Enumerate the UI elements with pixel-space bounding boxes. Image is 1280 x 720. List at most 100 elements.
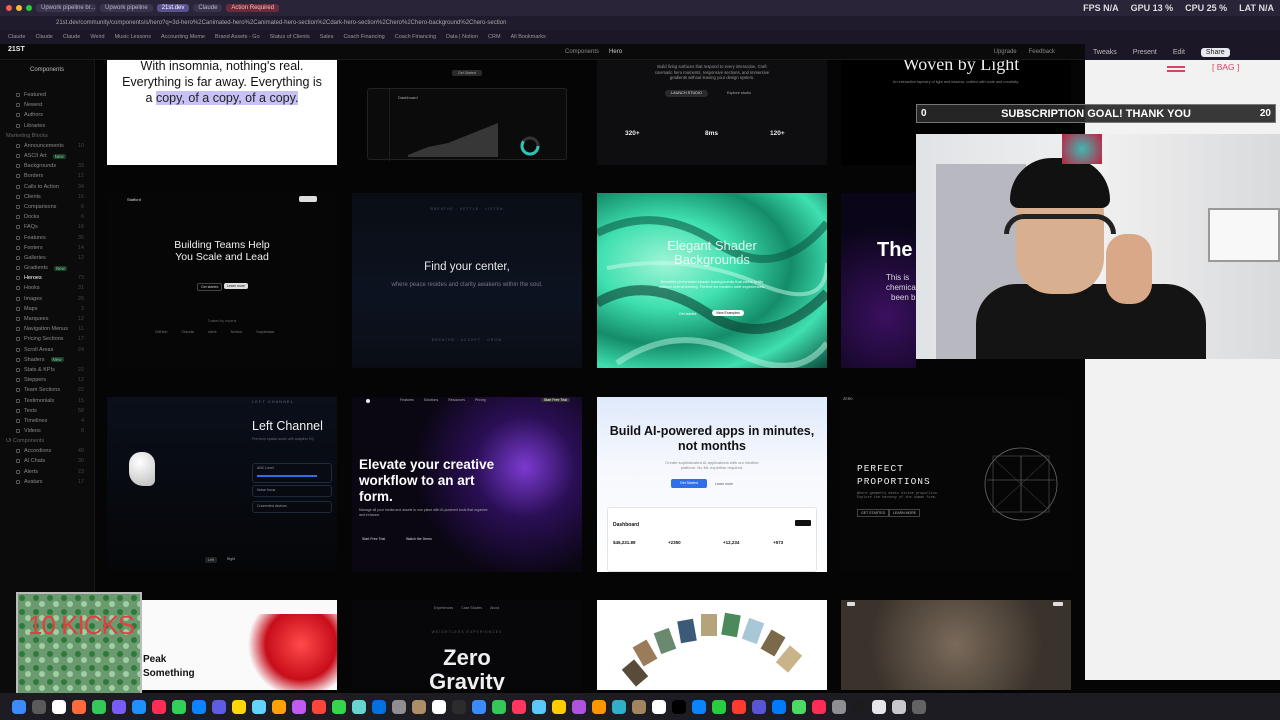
sidebar-item-texts[interactable]: Texts 58	[0, 406, 94, 416]
component-card-chemical[interactable]: The This is chemical been b	[841, 193, 916, 368]
learn-more-button[interactable]: LEARN MORE	[889, 509, 921, 517]
app-icon[interactable]	[612, 699, 626, 714]
sidebar-item-ascii-art[interactable]: ASCII Art New	[0, 151, 94, 161]
browser-tab-active[interactable]: 21st.dev	[156, 4, 190, 12]
app-icon[interactable]	[332, 699, 346, 714]
sidebar-item-marquees[interactable]: Marquees 12	[0, 314, 94, 324]
sidebar-item-calls-to-action[interactable]: Calls to Action 34	[0, 182, 94, 192]
sidebar-item-scroll-areas[interactable]: Scroll Areas 24	[0, 345, 94, 355]
address-bar[interactable]: 21st.dev/community/components/s/hero?q=3…	[0, 16, 1280, 30]
app-icon[interactable]	[892, 699, 906, 714]
sidebar-item-backgrounds[interactable]: Backgrounds 33	[0, 161, 94, 171]
nav-link[interactable]: About	[490, 606, 499, 610]
minimize-window-icon[interactable]	[16, 5, 22, 11]
sidebar-item-steppers[interactable]: Steppers 12	[0, 375, 94, 385]
app-icon[interactable]	[112, 699, 126, 714]
browser-tab[interactable]: Upwork pipeline	[100, 4, 153, 12]
sidebar-item-docks[interactable]: Docks 6	[0, 212, 94, 222]
sidebar-item-stats-kpis[interactable]: Stats & KPIs 22	[0, 365, 94, 375]
learn-more-link[interactable]: Learn more	[715, 482, 733, 486]
browser-tab[interactable]: Upwork pipeline br...	[36, 4, 96, 12]
bookmark[interactable]: Sales	[320, 34, 334, 40]
feedback-link[interactable]: Feedback	[1029, 49, 1055, 55]
sidebar-item-navigation-menus[interactable]: Navigation Menus 11	[0, 324, 94, 334]
sidebar-item-team-sections[interactable]: Team Sections 22	[0, 385, 94, 395]
app-icon[interactable]	[32, 699, 46, 714]
sidebar-item-featured[interactable]: Featured	[0, 90, 94, 100]
app-icon[interactable]	[192, 699, 206, 714]
sidebar-item-authors[interactable]: Authors	[0, 110, 94, 120]
url-text[interactable]: 21st.dev/community/components/s/hero?q=3…	[56, 20, 506, 26]
launch-studio-button[interactable]: LAUNCH STUDIO	[665, 90, 709, 97]
sidebar-item-libraries[interactable]: Libraries	[0, 121, 94, 131]
sidebar-item-videos[interactable]: Videos 8	[0, 426, 94, 436]
app-icon[interactable]	[132, 699, 146, 714]
sidebar-item-shaders[interactable]: Shaders New	[0, 355, 94, 365]
bookmark[interactable]: Brand Assets - Go	[215, 34, 260, 40]
sidebar-item-newest[interactable]: Newest	[0, 100, 94, 110]
bookmark[interactable]: Claude	[63, 34, 80, 40]
share-button[interactable]: Share	[1200, 47, 1230, 57]
sidebar-item-faqs[interactable]: FAQs 18	[0, 222, 94, 232]
nav-link[interactable]: Pricing	[475, 398, 486, 402]
app-icon[interactable]	[872, 699, 886, 714]
sidebar-item-galleries[interactable]: Galleries 12	[0, 253, 94, 263]
app-icon[interactable]	[152, 699, 166, 714]
nav-link[interactable]: Experiences	[434, 606, 453, 610]
app-icon[interactable]	[272, 699, 286, 714]
app-icon[interactable]	[392, 699, 406, 714]
breadcrumb-components[interactable]: Components	[565, 49, 599, 55]
nav-link[interactable]: Resources	[448, 398, 465, 402]
component-card-living-surfaces[interactable]: Build living surfaces that respond to ev…	[597, 60, 827, 165]
app-icon[interactable]	[212, 699, 226, 714]
app-icon[interactable]	[832, 699, 846, 714]
connected-devices-panel[interactable]: Connected devices	[252, 501, 332, 513]
sidebar-item-hooks[interactable]: Hooks 31	[0, 283, 94, 293]
sidebar-item-timelines[interactable]: Timelines 4	[0, 416, 94, 426]
bag-link[interactable]: [ BAG ]	[1212, 62, 1239, 72]
component-card-zero-gravity[interactable]: Experiences Case Studies About WEIGHTLES…	[352, 600, 582, 690]
app-icon[interactable]	[772, 699, 786, 714]
close-window-icon[interactable]	[6, 5, 12, 11]
app-icon[interactable]	[512, 699, 526, 714]
explore-studio-link[interactable]: Explore studio	[727, 91, 751, 95]
sidebar-item-testimonials[interactable]: Testimonials 15	[0, 395, 94, 405]
app-icon[interactable]	[632, 699, 646, 714]
nav-link[interactable]: Case Studies	[461, 606, 482, 610]
component-card-insomnia[interactable]: With insomnia, nothing's real. Everythin…	[107, 60, 337, 165]
app-icon[interactable]	[912, 699, 926, 714]
component-card-teams[interactable]: Stafford Building Teams Help You Scale a…	[107, 193, 337, 368]
upgrade-link[interactable]: Upgrade	[994, 49, 1017, 55]
sidebar-item-clients[interactable]: Clients 16	[0, 192, 94, 202]
start-trial-button[interactable]: Start Free Trial	[362, 537, 385, 541]
app-icon[interactable]	[492, 699, 506, 714]
app-icon[interactable]	[312, 699, 326, 714]
app-icon[interactable]	[352, 699, 366, 714]
component-card-center[interactable]: BREATHE · SETTLE · LISTEN Find your cent…	[352, 193, 582, 368]
bookmark[interactable]: CRM	[488, 34, 501, 40]
browser-tab[interactable]: Claude	[193, 4, 223, 12]
app-icon[interactable]	[292, 699, 306, 714]
component-card-photo-ring[interactable]	[597, 600, 827, 690]
app-icon[interactable]	[232, 699, 246, 714]
app-icon[interactable]	[92, 699, 106, 714]
app-icon[interactable]	[412, 699, 426, 714]
sidebar-item-features[interactable]: Features 36	[0, 232, 94, 242]
app-icon[interactable]	[672, 699, 686, 714]
tweaks-button[interactable]: Tweaks	[1093, 49, 1117, 56]
bookmark[interactable]: Music Lessons	[115, 34, 151, 40]
breadcrumb-hero[interactable]: Hero	[609, 49, 622, 55]
app-icon[interactable]	[652, 699, 666, 714]
component-card-left-channel[interactable]: LEFT CHANNEL Left Channel Premium spatia…	[107, 397, 337, 572]
hamburger-menu-icon[interactable]	[1167, 66, 1185, 68]
app-icon[interactable]	[792, 699, 806, 714]
app-icon[interactable]	[572, 699, 586, 714]
app-icon[interactable]	[452, 699, 466, 714]
app-icon[interactable]	[12, 699, 26, 714]
sidebar-item-ai-chats[interactable]: AI Chats 30	[0, 456, 94, 466]
tab-left[interactable]: Left	[205, 557, 217, 563]
sidebar-item-alerts[interactable]: Alerts 23	[0, 467, 94, 477]
sidebar-item-pricing-sections[interactable]: Pricing Sections 17	[0, 334, 94, 344]
component-card-dashboard[interactable]: Get Started Dashboard	[352, 60, 582, 165]
app-icon[interactable]	[372, 699, 386, 714]
